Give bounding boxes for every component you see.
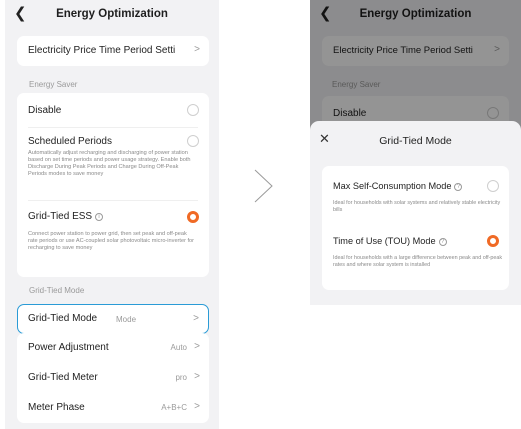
energy-saver-section-label: Energy Saver [29, 80, 78, 89]
chevron-right-arrow-icon [254, 169, 273, 203]
power-adjustment-value: Auto [170, 343, 187, 352]
grid-tied-ess-label: Grid-Tied ESS [28, 211, 93, 222]
time-of-use-radio[interactable] [487, 235, 499, 247]
meter-phase-row[interactable]: Meter Phase A+B+C > [17, 393, 209, 423]
power-adjustment-label: Power Adjustment [28, 342, 109, 353]
page-title: Energy Optimization [56, 8, 168, 20]
max-self-consumption-label: Max Self-Consumption Mode [333, 181, 452, 191]
electricity-price-label: Electricity Price Time Period Setti [28, 45, 176, 56]
help-circle-icon[interactable]: ? [454, 183, 463, 191]
grid-tied-ess-title: Grid-Tied ESS i [28, 211, 104, 222]
grid-tied-mode-label: Grid-Tied Mode [28, 313, 98, 324]
help-circle-icon[interactable]: ? [438, 238, 447, 246]
grid-tied-ess-desc: Connect power station to power grid, the… [28, 231, 195, 251]
power-adjustment-row[interactable]: Power Adjustment Auto > [17, 333, 209, 363]
scheduled-periods-radio[interactable] [187, 135, 199, 147]
chevron-right-icon: > [194, 371, 200, 382]
grid-tied-mode-row[interactable]: Grid-Tied Mode Mode > [17, 304, 209, 334]
grid-tied-ess-radio[interactable] [187, 211, 199, 223]
disable-radio[interactable] [187, 104, 199, 116]
chevron-right-icon: > [194, 401, 200, 412]
max-self-consumption-desc: Ideal for households with solar systems … [333, 200, 501, 213]
nav-bar: ❮ Energy Optimization [5, 0, 219, 30]
chevron-right-icon: > [193, 313, 199, 324]
max-self-consumption-radio[interactable] [487, 180, 499, 192]
time-of-use-label: Time of Use (TOU) Mode [333, 236, 436, 246]
chevron-right-icon: > [194, 341, 200, 352]
mode-options-card: Max Self-Consumption Mode? Ideal for hou… [322, 166, 509, 290]
divider [28, 200, 198, 201]
divider [28, 127, 198, 128]
max-self-consumption-title: Max Self-Consumption Mode? [333, 181, 463, 191]
meter-phase-value: A+B+C [161, 403, 187, 412]
grid-tied-meter-label: Grid-Tied Meter [28, 372, 98, 383]
left-screen: ❮ Energy Optimization Electricity Price … [5, 0, 219, 429]
time-of-use-title: Time of Use (TOU) Mode? [333, 236, 447, 246]
scheduled-periods-label: Scheduled Periods [28, 136, 112, 147]
energy-saver-card: Disable Scheduled Periods Automatically … [17, 93, 209, 277]
disable-label: Disable [28, 105, 62, 116]
grid-tied-meter-row[interactable]: Grid-Tied Meter pro > [17, 363, 209, 393]
electricity-price-row[interactable]: Electricity Price Time Period Setti > [17, 36, 209, 66]
grid-tied-meter-value: pro [175, 373, 187, 382]
sheet-title: Grid-Tied Mode [379, 135, 452, 147]
right-screen: ❮ Energy Optimization Electricity Price … [310, 0, 521, 305]
meter-phase-label: Meter Phase [28, 402, 85, 413]
chevron-right-icon: > [194, 44, 200, 55]
time-of-use-desc: Ideal for households with a large differ… [333, 255, 503, 268]
info-circle-icon[interactable]: i [95, 213, 104, 221]
grid-tied-mode-sheet: ✕ Grid-Tied Mode Max Self-Consumption Mo… [310, 121, 521, 305]
grid-settings-card: Power Adjustment Auto > Grid-Tied Meter … [17, 333, 209, 423]
scheduled-periods-desc: Automatically adjust recharging and disc… [28, 150, 191, 177]
grid-tied-mode-section-label: Grid-Tied Mode [29, 286, 85, 295]
grid-tied-mode-value: Mode [114, 315, 137, 324]
